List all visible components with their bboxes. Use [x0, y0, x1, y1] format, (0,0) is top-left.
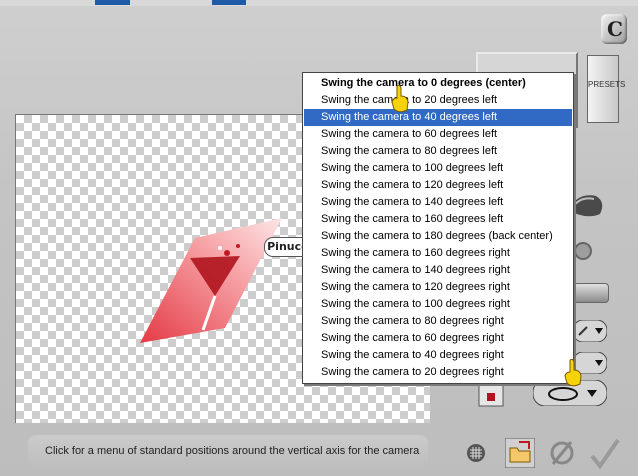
- menu-item[interactable]: Swing the camera to 120 degrees right: [304, 279, 572, 296]
- grid-icon[interactable]: [466, 443, 486, 463]
- menu-item[interactable]: Swing the camera to 60 degrees left: [304, 126, 572, 143]
- menu-item[interactable]: Swing the camera to 80 degrees left: [304, 143, 572, 160]
- title-strip-segment: [212, 0, 246, 5]
- ok-check-icon[interactable]: [588, 436, 622, 470]
- camera-lens-icon[interactable]: [572, 240, 594, 262]
- menu-item[interactable]: Swing the camera to 120 degrees left: [304, 177, 572, 194]
- tilt-control-button[interactable]: [573, 320, 607, 342]
- menu-item[interactable]: Swing the camera to 140 degrees right: [304, 262, 572, 279]
- menu-item[interactable]: Swing the camera to 40 degrees right: [304, 347, 572, 364]
- menu-item[interactable]: Swing the camera to 100 degrees left: [304, 160, 572, 177]
- status-text: Click for a menu of standard positions a…: [45, 445, 420, 457]
- logo-badge-icon: C: [601, 14, 627, 44]
- menu-item[interactable]: Swing the camera to 160 degrees right: [304, 245, 572, 262]
- menu-item[interactable]: Swing the camera to 20 degrees left: [304, 92, 572, 109]
- menu-item[interactable]: Swing the camera to 40 degrees left: [304, 109, 572, 126]
- menu-item[interactable]: Swing the camera to 80 degrees right: [304, 313, 572, 330]
- pointer-hand-icon: [391, 84, 409, 113]
- menu-item[interactable]: Swing the camera to 0 degrees (center): [304, 75, 572, 92]
- presets-button[interactable]: PRESETS: [587, 55, 626, 123]
- cancel-icon[interactable]: [547, 438, 577, 468]
- title-strip: [0, 0, 638, 6]
- title-strip-segment: [95, 0, 130, 5]
- menu-item[interactable]: Swing the camera to 60 degrees right: [304, 330, 572, 347]
- folder-open-icon[interactable]: [505, 438, 535, 468]
- presets-label: PRESETS: [588, 80, 626, 89]
- menu-item[interactable]: Swing the camera to 140 degrees left: [304, 194, 572, 211]
- pointer-hand-icon: [564, 358, 582, 387]
- swing-presets-menu[interactable]: Swing the camera to 0 degrees (center) Sw…: [302, 72, 574, 384]
- menu-item[interactable]: Swing the camera to 100 degrees right: [304, 296, 572, 313]
- menu-item[interactable]: Swing the camera to 160 degrees left: [304, 211, 572, 228]
- status-bar: Click for a menu of standard positions a…: [28, 435, 428, 468]
- menu-item[interactable]: Swing the camera to 180 degrees (back ce…: [304, 228, 572, 245]
- menu-item[interactable]: Swing the camera to 20 degrees right: [304, 364, 572, 381]
- zoom-slider-handle[interactable]: [573, 283, 609, 303]
